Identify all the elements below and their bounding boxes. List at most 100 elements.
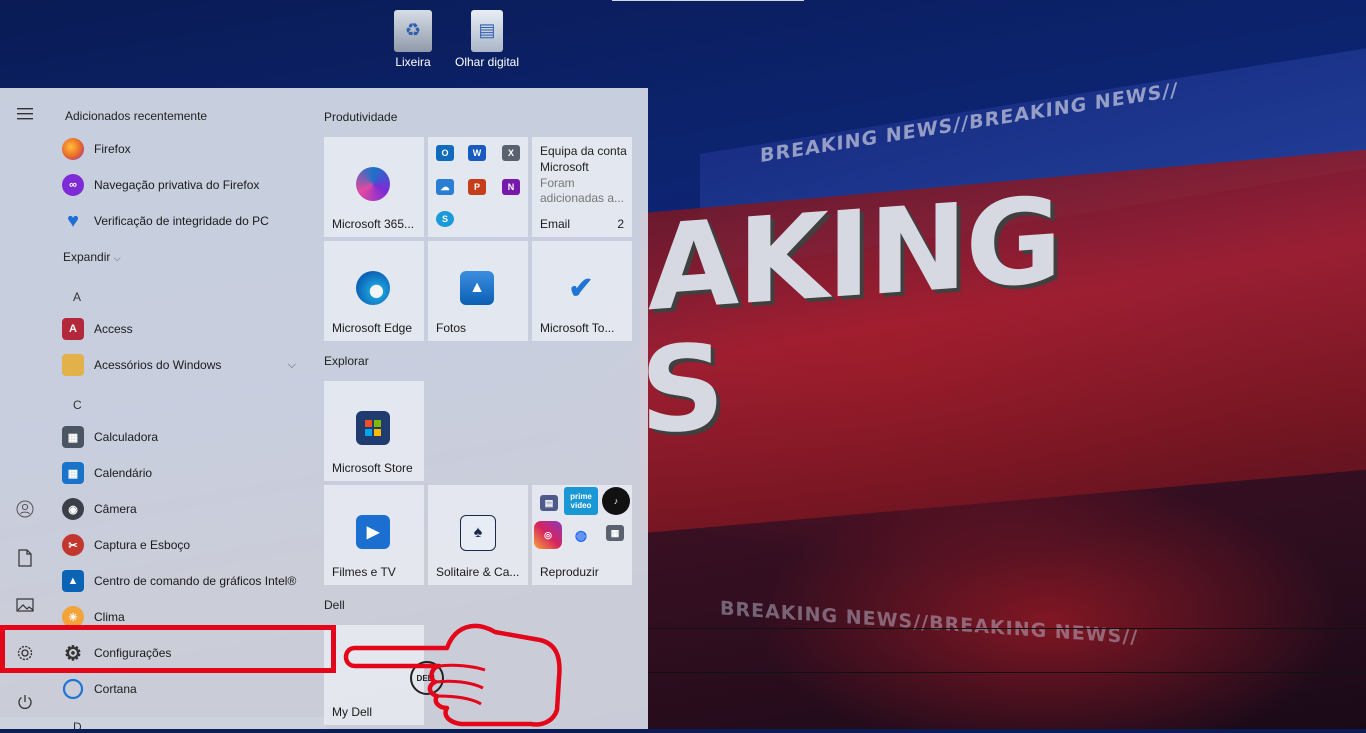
heart-pulse-icon: ♥ [67, 209, 79, 232]
app-pc-health-check[interactable]: ♥ Verificação de integridade do PC [62, 204, 308, 238]
app-intel-graphics[interactable]: ▲ Centro de comando de gráficos Intel® [62, 564, 308, 598]
section-letter-d[interactable]: D [73, 720, 82, 729]
mail-subtitle: Foram adicionadas a... [540, 176, 625, 205]
video-text: video [570, 501, 592, 510]
app-firefox[interactable]: Firefox [62, 132, 308, 166]
cards-icon: ♠ [460, 515, 496, 551]
app-snip-sketch[interactable]: ✂ Captura e Esboço [62, 528, 308, 562]
tile-label: Microsoft Store [332, 461, 413, 475]
tile-mail[interactable]: Equipa da conta Microsoft Foram adiciona… [532, 137, 632, 237]
app-label: Navegação privativa do Firefox [94, 178, 260, 192]
section-letter-c[interactable]: C [73, 398, 82, 412]
expand-button[interactable]: Expandir ⌵ [63, 250, 121, 264]
recently-added-header: Adicionados recentemente [65, 109, 208, 123]
app-label: Acessórios do Windows [94, 358, 222, 372]
folder-icon [62, 354, 84, 376]
group-title-produtividade: Produtividade [324, 110, 398, 124]
app-label: Captura e Esboço [94, 538, 191, 552]
app-windows-accessories[interactable]: Acessórios do Windows ⌵ [62, 348, 308, 382]
tile-label: Email [540, 217, 571, 231]
power-icon[interactable] [14, 693, 36, 715]
private-mask-icon: ∞ [62, 174, 84, 196]
app-label: Verificação de integridade do PC [94, 214, 269, 228]
document-icon: ▤ [471, 10, 503, 52]
tile-fotos[interactable]: ▲ Fotos [428, 241, 528, 341]
desktop-icon-recycle-bin[interactable]: ♻ Lixeira [373, 10, 453, 69]
calculator-icon[interactable]: ▦ [606, 525, 624, 541]
wallpaper-line-2 [560, 672, 1366, 673]
app-label: Câmera [94, 502, 137, 516]
edge-icon [356, 271, 390, 305]
excel-icon[interactable]: X [502, 145, 520, 161]
messenger-icon[interactable]: ◍ [572, 527, 590, 543]
expand-label: Expandir [63, 250, 111, 264]
desktop-icon-label: Lixeira [395, 55, 431, 69]
powerpoint-icon[interactable]: P [468, 179, 486, 195]
pictures-icon[interactable] [14, 597, 36, 619]
tile-microsoft-store[interactable]: Microsoft Store [324, 381, 424, 481]
firefox-icon [62, 138, 84, 160]
app-calendar[interactable]: ▦ Calendário [62, 456, 308, 490]
pointing-hand-icon [335, 618, 565, 733]
mail-title: Equipa da conta Microsoft [540, 144, 627, 174]
app-label: Cortana [94, 682, 137, 696]
tile-reproduzir[interactable]: ▤ prime video ♪ ◎ ◍ ▦ Reproduzir [532, 485, 632, 585]
app-label: Calculadora [94, 430, 159, 444]
app-camera[interactable]: ◉ Câmera [62, 492, 308, 526]
app-label: Access [94, 322, 133, 336]
intel-icon: ▲ [62, 570, 84, 592]
group-title-explorar: Explorar [324, 354, 369, 368]
wallpaper-big-text: AKING [648, 170, 1061, 338]
hamburger-icon[interactable] [14, 105, 36, 127]
app-calculator[interactable]: ▦ Calculadora [62, 420, 308, 454]
wallpaper-big-text-2: S [640, 317, 723, 461]
app-label: Calendário [94, 466, 153, 480]
microsoft365-icon [356, 167, 390, 201]
tile-microsoft-todo[interactable]: ✔ Microsoft To... [532, 241, 632, 341]
app-firefox-private[interactable]: ∞ Navegação privativa do Firefox [62, 168, 308, 202]
photos-icon: ▲ [460, 271, 494, 305]
onenote-icon[interactable]: N [502, 179, 520, 195]
app-access[interactable]: A Access [62, 312, 308, 346]
tile-filmes-tv[interactable]: ▶ Filmes e TV [324, 485, 424, 585]
camera-icon: ◉ [62, 498, 84, 520]
section-letter-a[interactable]: A [73, 290, 81, 304]
app-cortana[interactable]: Cortana [62, 672, 308, 706]
app-label: Clima [94, 610, 125, 624]
prime-text: prime [570, 492, 592, 501]
tiktok-icon[interactable]: ♪ [602, 487, 630, 515]
tile-label: Microsoft Edge [332, 321, 413, 335]
outlook-icon[interactable]: O [436, 145, 454, 161]
word-icon[interactable]: W [468, 145, 486, 161]
app-label: Centro de comando de gráficos Intel® [94, 574, 297, 588]
mail-count-badge: 2 [617, 217, 624, 231]
tile-label: Fotos [436, 321, 467, 335]
onedrive-icon[interactable]: ☁ [436, 179, 454, 195]
instagram-icon[interactable]: ◎ [534, 521, 562, 549]
tile-label: Microsoft To... [540, 321, 615, 335]
tile-office-apps[interactable]: O W X ☁ P N S [428, 137, 528, 237]
user-icon[interactable] [14, 500, 36, 522]
calendar-icon: ▦ [62, 462, 84, 484]
tile-label: Filmes e TV [332, 565, 396, 579]
desktop-icon-olhar-digital[interactable]: ▤ Olhar digital [447, 10, 527, 69]
tile-label: Solitaire & Ca... [436, 565, 520, 579]
play-icon: ▶ [356, 515, 390, 549]
settings-highlight-box [0, 625, 336, 673]
news-icon[interactable]: ▤ [540, 495, 558, 511]
skype-icon[interactable]: S [436, 211, 454, 227]
cortana-icon [62, 678, 84, 700]
document-icon[interactable] [14, 549, 36, 571]
chevron-down-icon: ⌵ [287, 358, 296, 371]
snip-icon: ✂ [62, 534, 84, 556]
tile-microsoft-365[interactable]: Microsoft 365... [324, 137, 424, 237]
prime-video-icon[interactable]: prime video [564, 487, 598, 515]
access-icon: A [62, 318, 84, 340]
wallpaper-line [648, 628, 1366, 629]
tile-solitaire[interactable]: ♠ Solitaire & Ca... [428, 485, 528, 585]
tile-microsoft-edge[interactable]: Microsoft Edge [324, 241, 424, 341]
chevron-down-icon: ⌵ [113, 253, 121, 263]
wallpaper-strip-bottom: BREAKING NEWS//BREAKING NEWS// [720, 597, 1139, 649]
tile-label: Microsoft 365... [332, 217, 415, 231]
calculator-icon: ▦ [62, 426, 84, 448]
